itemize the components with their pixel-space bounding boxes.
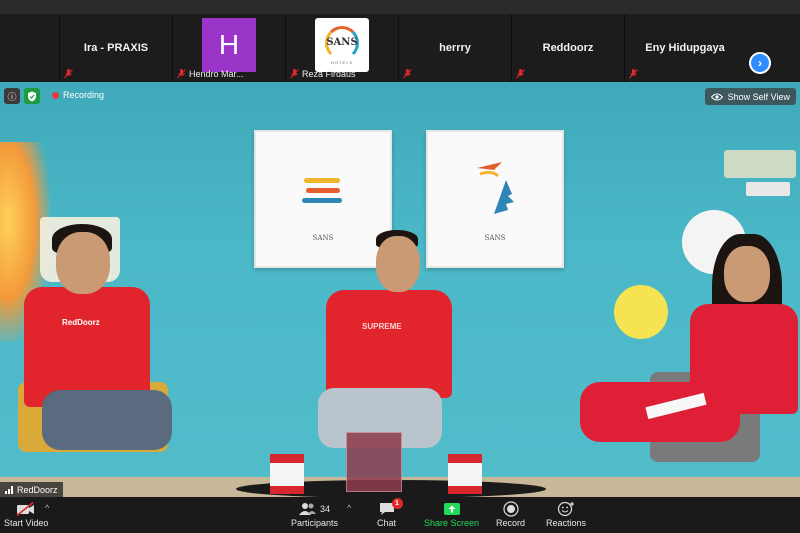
mic-muted-indicator xyxy=(629,69,638,79)
pants xyxy=(42,390,172,450)
share-screen-icon xyxy=(443,503,460,515)
chat-button[interactable]: 1 Chat xyxy=(377,498,403,528)
meeting-info-icons: ⓘ xyxy=(4,88,40,104)
reactions-label: Reactions xyxy=(546,518,587,528)
participant-name: Ira - PRAXIS xyxy=(83,42,149,54)
shirt-print: SUPREME xyxy=(362,322,402,331)
head xyxy=(376,236,420,292)
start-video-button[interactable]: Start Video xyxy=(4,500,48,528)
smiley-plus-icon xyxy=(557,501,575,517)
speaker-name-tag: RedDoorz xyxy=(0,482,63,497)
show-self-view-button[interactable]: Show Self View xyxy=(704,88,796,105)
recording-label: Recording xyxy=(63,90,105,100)
share-screen-label: Share Screen xyxy=(424,518,480,528)
participant-tile-eny[interactable]: Eny Hidupgaya xyxy=(625,14,745,82)
signal-bars-icon xyxy=(5,485,13,494)
wall-frame-right: SANS xyxy=(426,130,564,268)
mic-muted-icon xyxy=(629,69,638,79)
meeting-toolbar: Start Video ^ 34 Participants ^ 1 Chat S… xyxy=(0,497,800,533)
frame-caption: SANS xyxy=(484,234,506,242)
reactions-button[interactable]: Reactions xyxy=(546,500,586,528)
wall-sign-small xyxy=(746,182,790,196)
info-button[interactable]: ⓘ xyxy=(4,88,20,104)
participants-label: Participants xyxy=(291,518,339,528)
share-screen-button[interactable]: Share Screen xyxy=(424,500,479,528)
recording-indicator[interactable]: Recording xyxy=(52,90,104,100)
show-self-view-label: Show Self View xyxy=(727,91,790,102)
participant-tile-reddoorz[interactable]: Reddoorz xyxy=(512,14,625,82)
mic-muted-indicator: Hendro Mar... xyxy=(177,69,244,79)
participant-name: Reza Firdaus xyxy=(302,69,356,79)
mic-muted-icon xyxy=(403,69,412,79)
mic-muted-indicator xyxy=(403,69,412,79)
participants-options-caret[interactable]: ^ xyxy=(347,503,351,513)
participant-name: Reddoorz xyxy=(542,42,594,54)
frame-caption: SANS xyxy=(312,234,334,242)
wall-sign xyxy=(724,150,796,178)
record-dot-icon xyxy=(52,91,59,99)
video-off-icon xyxy=(16,502,35,516)
start-video-label: Start Video xyxy=(4,518,49,528)
video-options-caret[interactable]: ^ xyxy=(45,503,49,513)
participant-gallery: Ira - PRAXIS H Hendro Mar... SANS HOTELS… xyxy=(0,14,800,82)
shirt-logo: RedDoorz xyxy=(62,318,100,327)
eye-icon xyxy=(710,93,723,100)
shirt xyxy=(326,290,452,398)
avatar: H xyxy=(202,18,256,72)
mic-muted-icon xyxy=(64,69,73,79)
wall-frame-left: SANS xyxy=(254,130,392,268)
mic-muted-icon xyxy=(177,69,186,79)
participant-tile-herrry[interactable]: herrry xyxy=(399,14,512,82)
chat-label: Chat xyxy=(377,518,397,528)
participant-name: Eny Hidupgaya xyxy=(645,42,725,54)
logo-text: SANS xyxy=(326,37,358,48)
active-speaker-video: SANS SANS RedDoorz SUPREME ⓘ Recording S… xyxy=(0,82,800,497)
shirt xyxy=(24,287,150,407)
coffee-cup-right xyxy=(448,454,482,494)
record-button[interactable]: Record xyxy=(496,500,525,528)
mic-muted-indicator: Reza Firdaus xyxy=(290,69,356,79)
brochure-stand xyxy=(346,432,402,492)
participant-tile-ira[interactable]: Ira - PRAXIS xyxy=(60,14,173,82)
logo-arc: SANS xyxy=(325,25,359,60)
chevron-right-icon: › xyxy=(758,56,762,70)
speaker-name: RedDoorz xyxy=(17,484,58,495)
sans-hotels-logo: SANS HOTELS xyxy=(315,18,369,72)
mic-muted-icon xyxy=(290,69,299,79)
window-top-strip xyxy=(0,0,800,14)
shield-icon xyxy=(28,91,36,101)
head xyxy=(724,246,770,302)
participants-icon xyxy=(299,503,316,515)
record-icon xyxy=(502,501,519,517)
logo-subtext: HOTELS xyxy=(330,59,353,65)
participant-tile-hendro[interactable]: H Hendro Mar... xyxy=(173,14,286,82)
security-button[interactable] xyxy=(24,88,40,104)
participant-name: Hendro Mar... xyxy=(189,69,244,79)
chat-unread-badge: 1 xyxy=(391,498,403,509)
participant-name: herrry xyxy=(439,42,471,54)
gallery-spacer xyxy=(0,14,60,82)
participant-tile-reza[interactable]: SANS HOTELS Reza Firdaus xyxy=(286,14,399,82)
coffee-cup-left xyxy=(270,454,304,494)
avatar-letter: H xyxy=(218,29,240,60)
mic-muted-icon xyxy=(516,69,525,79)
mic-muted-indicator xyxy=(516,69,525,79)
record-label: Record xyxy=(496,518,526,528)
participants-button[interactable]: 34 Participants xyxy=(291,500,338,528)
head xyxy=(56,232,110,294)
mic-muted-indicator xyxy=(64,69,73,79)
gallery-next-button[interactable]: › xyxy=(749,52,771,74)
info-icon: ⓘ xyxy=(7,91,17,102)
participants-count: 34 xyxy=(320,504,331,514)
wall-circle-yellow xyxy=(614,285,668,339)
